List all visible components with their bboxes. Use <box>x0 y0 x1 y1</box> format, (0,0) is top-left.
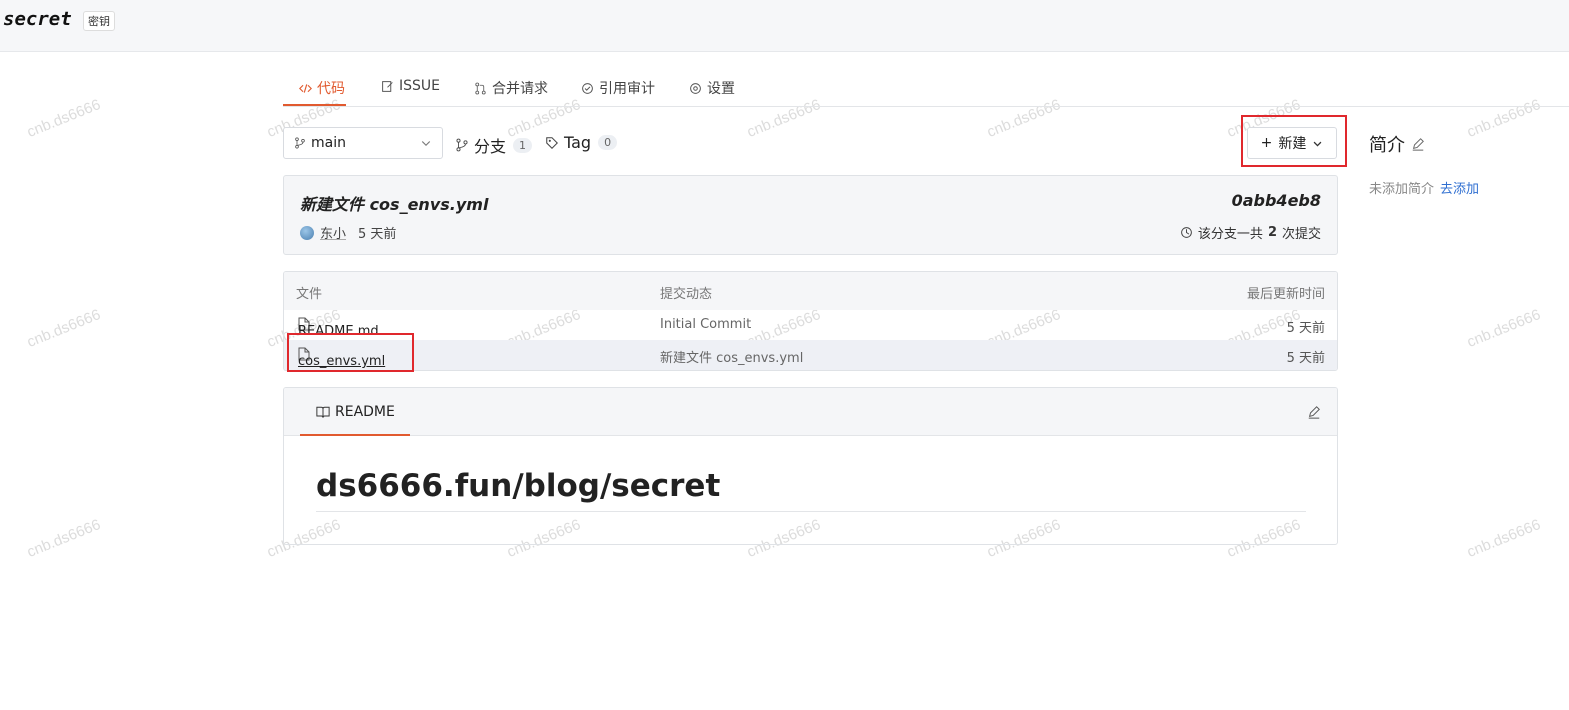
commit-count-suffix: 次提交 <box>1281 227 1321 242</box>
commit-count-number: 2 <box>1267 225 1277 240</box>
readme-heading: ds6666.fun/blog/secret <box>316 468 721 504</box>
file-name[interactable]: README.md <box>298 324 379 339</box>
tab-pull-requests-label: 合并请求 <box>492 81 548 97</box>
watermark-text: cnb.ds6666 <box>1464 516 1543 561</box>
column-updated: 最后更新时间 <box>1246 287 1325 302</box>
tab-code-label: 代码 <box>317 81 345 97</box>
gear-icon <box>690 82 701 94</box>
chevron-down-icon <box>421 141 431 147</box>
new-button[interactable]: + 新建 <box>1247 127 1337 159</box>
readme-tab-label: README <box>335 404 395 420</box>
file-table-header: 文件 提交动态 最后更新时间 <box>284 272 1337 310</box>
watermark-text: cnb.ds6666 <box>1464 306 1543 351</box>
readme-tab-indicator <box>300 434 410 436</box>
last-commit-panel: 新建文件 cos_envs.yml 0abb4eb8 东小 5 天前 该分支一共… <box>283 175 1338 255</box>
repo-name[interactable]: secret <box>3 8 72 30</box>
column-commit: 提交动态 <box>660 287 713 302</box>
tag-icon <box>546 136 558 149</box>
commit-count-link[interactable]: 该分支一共 2 次提交 <box>1180 223 1321 242</box>
file-name[interactable]: cos_envs.yml <box>298 354 385 369</box>
tab-issue[interactable]: ISSUE <box>381 78 440 94</box>
code-icon <box>299 83 312 93</box>
commit-count-prefix: 该分支一共 <box>1197 227 1263 242</box>
edit-icon[interactable] <box>1307 405 1321 419</box>
file-name-cell[interactable]: cos_envs.yml <box>298 347 385 369</box>
branch-icon <box>456 138 468 152</box>
sidebar-title: 简介 <box>1369 131 1425 157</box>
book-icon <box>316 406 330 418</box>
new-button-label: 新建 <box>1278 136 1307 152</box>
sidebar-description: 未添加简介 去添加 <box>1369 178 1479 197</box>
tab-pull-requests[interactable]: 合并请求 <box>474 78 548 98</box>
branch-name: main <box>311 135 346 151</box>
branch-select[interactable]: main <box>283 127 443 159</box>
watermark-text: cnb.ds6666 <box>24 516 103 561</box>
file-commit-message[interactable]: Initial Commit <box>660 317 751 332</box>
table-row[interactable]: README.md Initial Commit 5 天前 <box>284 310 1337 340</box>
file-table: 文件 提交动态 最后更新时间 README.md Initial Commit … <box>283 271 1338 371</box>
tab-issue-label: ISSUE <box>399 78 440 94</box>
tab-audit[interactable]: 引用审计 <box>581 78 655 98</box>
repo-tabs: 代码 ISSUE 合并请求 引用审计 设置 <box>283 68 1569 107</box>
tab-settings-label: 设置 <box>707 81 735 97</box>
file-updated-time: 5 天前 <box>1286 351 1325 366</box>
tab-audit-label: 引用审计 <box>599 81 655 97</box>
tags-count: 0 <box>598 135 618 150</box>
sidebar-desc-text: 未添加简介 <box>1369 182 1435 197</box>
history-icon <box>1181 227 1192 238</box>
issue-icon <box>382 80 393 92</box>
active-tab-indicator <box>283 104 346 106</box>
branches-count: 1 <box>513 137 533 153</box>
branches-label: 分支 <box>474 137 507 156</box>
commit-message[interactable]: 新建文件 cos_envs.yml <box>300 191 488 215</box>
readme-tab[interactable]: README <box>316 404 395 420</box>
commit-hash[interactable]: 0abb4eb8 <box>1232 191 1321 210</box>
readme-panel: README ds6666.fun/blog/secret <box>283 387 1338 545</box>
tab-code[interactable]: 代码 <box>299 78 345 98</box>
file-name-cell[interactable]: README.md <box>298 317 379 339</box>
tab-settings[interactable]: 设置 <box>689 78 735 98</box>
add-description-link[interactable]: 去添加 <box>1440 182 1479 197</box>
sidebar-title-text: 简介 <box>1369 135 1405 156</box>
commit-time: 5 天前 <box>358 227 397 242</box>
branch-icon <box>295 137 305 149</box>
repo-tag-badge: 密钥 <box>83 11 115 31</box>
column-file: 文件 <box>296 287 323 302</box>
table-row[interactable]: cos_envs.yml 新建文件 cos_envs.yml 5 天前 <box>284 340 1337 370</box>
tags-label: Tag <box>564 133 592 152</box>
plus-icon: + <box>1260 135 1273 151</box>
readme-divider <box>316 511 1306 512</box>
watermark-text: cnb.ds6666 <box>24 306 103 351</box>
audit-icon <box>582 82 593 94</box>
author-name[interactable]: 东小 <box>320 223 346 242</box>
chevron-down-icon <box>1313 141 1322 146</box>
readme-header: README <box>284 388 1337 436</box>
branches-link[interactable]: 分支 1 <box>455 133 533 157</box>
file-updated-time: 5 天前 <box>1286 321 1325 336</box>
file-commit-message[interactable]: 新建文件 cos_envs.yml <box>660 347 803 366</box>
watermark-text: cnb.ds6666 <box>24 96 103 141</box>
edit-icon[interactable] <box>1411 137 1425 151</box>
commit-author: 东小 5 天前 <box>300 223 396 242</box>
avatar[interactable] <box>300 225 314 240</box>
tags-link[interactable]: Tag 0 <box>545 133 618 152</box>
pull-request-icon <box>475 82 486 94</box>
top-bar: secret 密钥 <box>0 0 1569 52</box>
